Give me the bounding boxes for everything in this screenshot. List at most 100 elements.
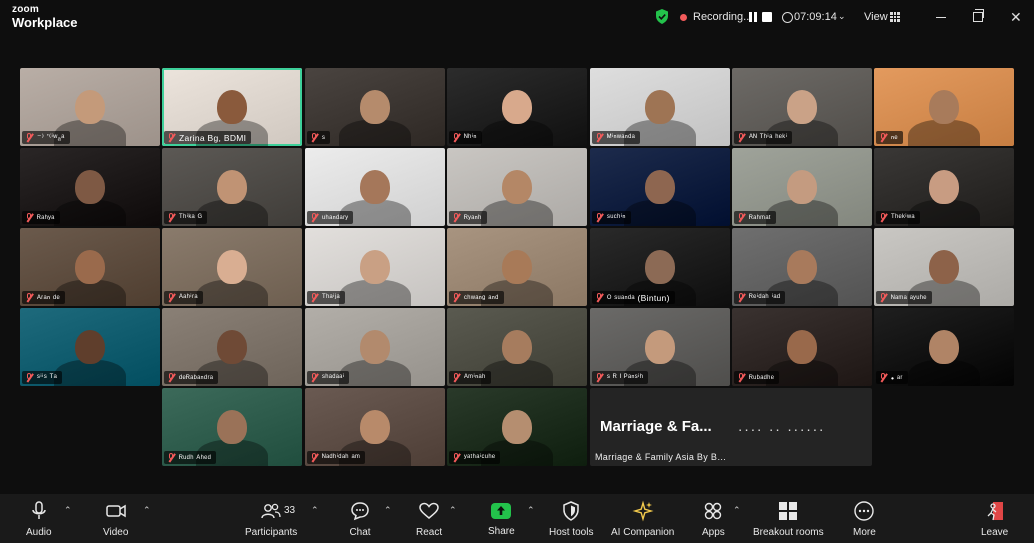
participant-name: ᴿᵉⁱᵈᵃʰ ⁱᵃᵈ <box>749 292 781 302</box>
microphone-muted-icon <box>310 373 318 382</box>
ai-companion-button[interactable]: AI Companion <box>611 494 674 543</box>
audio-button[interactable]: Audio <box>26 494 52 543</box>
participant-tile[interactable]: ⁻⁾ ’⁽ⁱʷₐᵃ <box>20 68 160 146</box>
participant-tile[interactable]: ᵈᵉᴿᵃᵇᵃⁿᵈʳᵃ <box>162 308 302 386</box>
participant-name-bar: ᵀʰⁱᵏᵃ ᴳ <box>164 211 208 224</box>
chat-bubble-icon <box>351 502 369 521</box>
participant-name: ʸᵃᵗʰᵃⁱᶜᵘʰᵉ <box>464 452 496 462</box>
participant-face <box>75 170 105 204</box>
participant-name-bar: ˢᵘᶜʰⁱⁿ <box>592 211 631 224</box>
participant-tile[interactable]: ᵀʰᵉᵏⁱʷᵃ <box>874 148 1014 226</box>
apps-options-chevron-icon[interactable]: ⌃ <box>733 505 741 516</box>
participant-name-bar: ˢ ᴿ ᴵ ᴾᵃⁿˢⁱʰ <box>592 371 649 384</box>
ai-companion-label: AI Companion <box>611 527 675 538</box>
participant-tile[interactable]: • ᵃʳ <box>874 308 1014 386</box>
video-options-chevron-icon[interactable]: ⌃ <box>143 505 151 516</box>
participant-tile[interactable]: ᴬᵃʰⁱʳᵃ <box>162 228 302 306</box>
microphone-muted-icon <box>25 373 33 382</box>
participant-tile[interactable]: ᴬᵐⁱⁿᵃʰ <box>447 308 587 386</box>
participant-tile[interactable]: ᴿᵘᵈʰ ᴬʰᵉᵈ <box>162 388 302 466</box>
participant-tile[interactable]: ᴬʳᵃⁿ ᵈᵉ <box>20 228 160 306</box>
participant-face <box>787 250 817 284</box>
participants-count-badge: 33 <box>284 505 296 516</box>
apps-label: Apps <box>702 527 725 538</box>
participant-name: ˢ <box>322 132 326 143</box>
participants-button[interactable]: Participants <box>245 494 297 543</box>
participant-name: • ᵃʳ <box>891 372 903 383</box>
participant-tile[interactable]: ᴹⁱⁿʷᵃⁿᵈᵃ <box>590 68 730 146</box>
participant-tile[interactable]: ˢ ᴿ ᴵ ᴾᵃⁿˢⁱʰ <box>590 308 730 386</box>
participant-tile[interactable]: ˢʰᵃᵈᵃᵃⁱ <box>305 308 445 386</box>
participant-name: ⁻⁾ ’⁽ⁱʷₐᵃ <box>37 132 65 142</box>
participant-face <box>929 330 959 364</box>
share-button[interactable]: Share <box>488 494 515 543</box>
participant-name-bar: ᵀʰᵃⁱʲᵃ <box>307 291 345 304</box>
microphone-muted-icon <box>25 133 33 142</box>
participant-name-bar: ˢⁱⁱˢ ᵀᵃ <box>22 371 63 384</box>
participant-name: ᴿᵘᵇᵃᵈʰᵉ <box>749 372 775 383</box>
participant-tile[interactable]: ᴿʸᵃⁿʰ <box>447 148 587 226</box>
participant-tile[interactable]: ⁿᵉ <box>874 68 1014 146</box>
participant-name-bar: ᵈᵉᴿᵃᵇᵃⁿᵈʳᵃ <box>164 371 219 384</box>
microphone-muted-icon <box>452 373 460 382</box>
microphone-muted-icon <box>310 453 318 462</box>
participant-name: ᵀʰᵃⁱʲᵃ <box>322 292 340 302</box>
apps-button[interactable]: Apps <box>702 494 725 543</box>
participant-face <box>502 330 532 364</box>
react-button[interactable]: React <box>416 494 442 543</box>
participant-tile[interactable]: ᵀʰᵃⁱʲᵃ <box>305 228 445 306</box>
participant-face <box>217 330 247 364</box>
participant-tile[interactable]: ˢ <box>305 68 445 146</box>
participant-tile[interactable]: ᴺᵃᵐᵃ ᵃʸᵘʰᵉ <box>874 228 1014 306</box>
participants-options-chevron-icon[interactable]: ⌃ <box>311 505 319 516</box>
participant-tile[interactable]: ᶜʰʷᵃⁿᵍ ᵃⁿᵈ <box>447 228 587 306</box>
participant-face <box>360 250 390 284</box>
participant-face <box>929 90 959 124</box>
participant-tile[interactable]: ᵀʰⁱᵏᵃ ᴳ <box>162 148 302 226</box>
participant-name: ᴬʳᵃⁿ ᵈᵉ <box>37 292 60 303</box>
microphone-muted-icon <box>879 293 887 302</box>
participant-tile[interactable]: ʸᵃᵗʰᵃⁱᶜᵘʰᵉ <box>447 388 587 466</box>
participant-tile[interactable]: ˢᵘᶜʰⁱⁿ <box>590 148 730 226</box>
more-button[interactable]: More <box>853 494 876 543</box>
share-options-chevron-icon[interactable]: ⌃ <box>527 505 535 516</box>
participant-tile[interactable]: ᴿᵃʰᵐᵃᵗ <box>732 148 872 226</box>
participant-tile[interactable]: ᴬᴺ ᵀʰⁱᵃ ʰᵉᵏⁱ <box>732 68 872 146</box>
participant-tile[interactable]: ᴿᵘᵇᵃᵈʰᵉ <box>732 308 872 386</box>
audio-options-chevron-icon[interactable]: ⌃ <box>64 505 72 516</box>
participant-tile[interactable]: ᴿᵃʰʸᵃ <box>20 148 160 226</box>
breakout-rooms-label: Breakout rooms <box>753 527 824 538</box>
breakout-rooms-button[interactable]: Breakout rooms <box>753 494 824 543</box>
host-tools-button[interactable]: Host tools <box>549 494 593 543</box>
participant-tile[interactable]: ᵘʰᵃⁿᵈᵃʳʸ <box>305 148 445 226</box>
participant-name-bar: ᴿᵃʰᵐᵃᵗ <box>734 211 776 224</box>
participant-name-bar: Zarina Bg, BDMI <box>164 131 252 144</box>
react-options-chevron-icon[interactable]: ⌃ <box>449 505 457 516</box>
participant-name-bar: ᴬʳᵃⁿ ᵈᵉ <box>22 291 65 304</box>
participant-name: ᴿᵃʰʸᵃ <box>37 212 55 223</box>
video-button[interactable]: Video <box>103 494 128 543</box>
leave-label: Leave <box>981 527 1009 538</box>
participant-tile[interactable]: ˢⁱⁱˢ ᵀᵃ <box>20 308 160 386</box>
chat-options-chevron-icon[interactable]: ⌃ <box>384 505 392 516</box>
participant-name-bar: ᴼ ˢᵘᵃⁿᵈᵃ (Bintun) <box>592 291 675 304</box>
participant-tile[interactable]: ᴿᵉⁱᵈᵃʰ ⁱᵃᵈ <box>732 228 872 306</box>
microphone-muted-icon <box>167 213 175 222</box>
participant-name-bar: ᴺʰⁱⁿ <box>449 131 482 144</box>
microphone-muted-icon <box>167 293 175 302</box>
participant-name-bar: ᴬᵐⁱⁿᵃʰ <box>449 371 491 384</box>
chat-button[interactable]: Chat <box>349 494 371 543</box>
apps-icon <box>705 502 722 520</box>
participants-icon <box>261 503 281 519</box>
participant-tile[interactable]: Zarina Bg, BDMI <box>162 68 302 146</box>
participant-face <box>217 170 247 204</box>
participant-tile[interactable]: ᴺᵃᵈʰⁱᵈᵃʰ ᵃᵐ <box>305 388 445 466</box>
participant-tile[interactable]: ᴺʰⁱⁿ <box>447 68 587 146</box>
leave-button[interactable]: Leave <box>981 494 1008 543</box>
microphone-icon <box>32 501 46 519</box>
participant-tile-banner[interactable]: Marriage & Fa... ․․․․ ․․ ․․․․․․ Marriage… <box>590 388 872 466</box>
participant-face <box>787 170 817 204</box>
microphone-muted-icon <box>452 133 460 142</box>
participant-tile[interactable]: ᴼ ˢᵘᵃⁿᵈᵃ (Bintun) <box>590 228 730 306</box>
participant-name: ᵘʰᵃⁿᵈᵃʳʸ <box>322 212 349 223</box>
